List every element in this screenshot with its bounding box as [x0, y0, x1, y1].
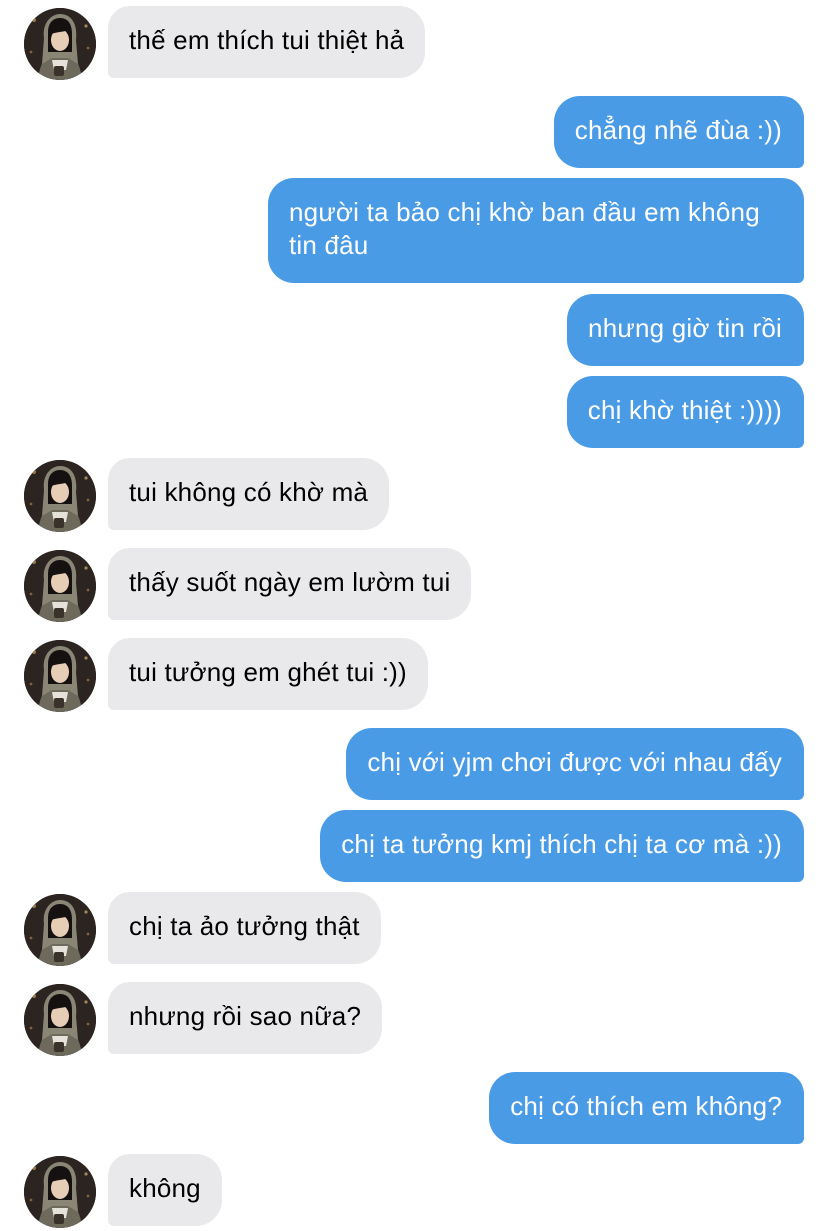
outgoing-message-bubble[interactable]: chẳng nhẽ đùa :)) [553, 96, 804, 168]
outgoing-message-bubble[interactable]: chị có thích em không? [489, 1072, 804, 1144]
outgoing-message-bubble[interactable]: chị ta tưởng kmj thích chị ta cơ mà :)) [320, 810, 804, 882]
message-text: chị khờ thiệt :)))) [587, 395, 782, 425]
outgoing-message-bubble[interactable]: người ta bảo chị khờ ban đầu em không ti… [268, 178, 804, 283]
avatar-icon [24, 1156, 96, 1228]
outgoing-message-bubble[interactable]: nhưng giờ tin rồi [567, 294, 804, 366]
outgoing-message-bubble[interactable]: chị khờ thiệt :)))) [566, 376, 804, 448]
message-text: thế em thích tui thiệt hả [129, 25, 405, 55]
contact-avatar[interactable] [24, 984, 96, 1056]
message-text: chị có thích em không? [510, 1091, 782, 1121]
avatar-icon [24, 640, 96, 712]
incoming-message-bubble[interactable]: thấy suốt ngày em lườm tui [108, 548, 472, 620]
contact-avatar[interactable] [24, 460, 96, 532]
message-text: tui không có khờ mà [129, 477, 369, 507]
incoming-message-bubble[interactable]: tui tưởng em ghét tui :)) [108, 638, 428, 710]
avatar-icon [24, 8, 96, 80]
message-text: chị ta tưởng kmj thích chị ta cơ mà :)) [341, 829, 782, 859]
message-text: không [129, 1173, 201, 1203]
incoming-message-bubble[interactable]: không [108, 1154, 222, 1226]
message-text: thấy suốt ngày em lườm tui [129, 567, 451, 597]
message-text: chẳng nhẽ đùa :)) [574, 115, 782, 145]
avatar-icon [24, 894, 96, 966]
contact-avatar[interactable] [24, 640, 96, 712]
avatar-icon [24, 984, 96, 1056]
incoming-message-bubble[interactable]: chị ta ảo tưởng thật [108, 892, 381, 964]
incoming-message-bubble[interactable]: tui không có khờ mà [108, 458, 390, 530]
contact-avatar[interactable] [24, 1156, 96, 1228]
contact-avatar[interactable] [24, 8, 96, 80]
contact-avatar[interactable] [24, 894, 96, 966]
avatar-icon [24, 460, 96, 532]
message-text: người ta bảo chị khờ ban đầu em không ti… [289, 197, 760, 260]
incoming-message-bubble[interactable]: thế em thích tui thiệt hả [108, 6, 426, 78]
outgoing-message-bubble[interactable]: chị với yjm chơi được với nhau đấy [346, 728, 804, 800]
message-text: nhưng rồi sao nữa? [129, 1001, 362, 1031]
message-text: nhưng giờ tin rồi [588, 313, 782, 343]
avatar-icon [24, 550, 96, 622]
message-text: tui tưởng em ghét tui :)) [129, 657, 407, 687]
contact-avatar[interactable] [24, 550, 96, 622]
message-text: chị ta ảo tưởng thật [129, 911, 360, 941]
message-text: chị với yjm chơi được với nhau đấy [367, 747, 782, 777]
incoming-message-bubble[interactable]: nhưng rồi sao nữa? [108, 982, 383, 1054]
